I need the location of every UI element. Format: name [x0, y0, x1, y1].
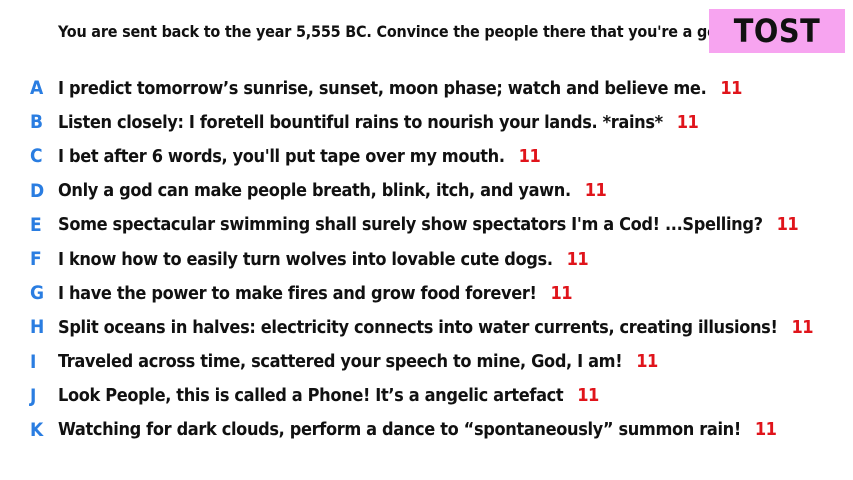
answer-letter: K	[30, 418, 44, 441]
answer-text-content: I bet after 6 words, you'll put tape ove…	[58, 145, 505, 167]
answer-score: 11	[550, 282, 573, 304]
answer-score: 11	[577, 385, 599, 407]
answer-letter: A	[30, 77, 44, 100]
answer-text: I bet after 6 words, you'll put tape ove…	[58, 145, 541, 167]
answer-letter: B	[30, 111, 44, 134]
answer-text-content: Traveled across time, scattered your spe…	[58, 351, 623, 373]
answer-letter: J	[30, 384, 37, 407]
answer-text: I predict tomorrow’s sunrise, sunset, mo…	[58, 78, 742, 99]
answer-score: 11	[720, 77, 742, 99]
answer-text-content: I have the power to make fires and grow …	[58, 282, 537, 304]
answer-text: Traveled across time, scattered your spe…	[58, 351, 658, 372]
answer-letter: D	[30, 179, 45, 202]
answer-text-content: Some spectacular swimming shall surely s…	[58, 214, 763, 236]
answer-score: 11	[791, 316, 814, 338]
answer-score: 11	[776, 214, 799, 236]
answer-letter: F	[30, 248, 42, 271]
answer-text-content: I know how to easily turn wolves into lo…	[58, 248, 553, 270]
prompt-text: You are sent back to the year 5,555 BC. …	[58, 22, 733, 41]
answer-text: Listen closely: I foretell bountiful rai…	[58, 111, 699, 133]
answer-score: 11	[584, 180, 607, 202]
answer-score: 11	[636, 351, 658, 373]
answer-score: 11	[676, 111, 699, 133]
answer-text: Watching for dark clouds, perform a danc…	[58, 419, 777, 441]
answer-text: I have the power to make fires and grow …	[58, 282, 573, 304]
answer-text: I know how to easily turn wolves into lo…	[58, 248, 589, 270]
answer-text: Split oceans in halves: electricity conn…	[58, 316, 814, 338]
answer-letter: E	[30, 213, 42, 236]
answer-letter: G	[30, 282, 45, 305]
answer-text-content: Split oceans in halves: electricity conn…	[58, 316, 778, 338]
answer-text: Only a god can make people breath, blink…	[58, 180, 607, 202]
answer-score: 11	[518, 145, 541, 167]
answer-text-content: Watching for dark clouds, perform a danc…	[58, 419, 741, 441]
answer-letter: C	[30, 145, 43, 168]
answer-text-content: I predict tomorrow’s sunrise, sunset, mo…	[58, 77, 707, 99]
answer-text-content: Only a god can make people breath, blink…	[58, 180, 571, 202]
answer-text: Look People, this is called a Phone! It’…	[58, 385, 599, 406]
answer-letter: H	[30, 316, 45, 339]
answer-text-content: Look People, this is called a Phone! It’…	[58, 385, 564, 407]
answer-letter: I	[30, 350, 37, 373]
answer-text: Some spectacular swimming shall surely s…	[58, 214, 799, 236]
answer-text-content: Listen closely: I foretell bountiful rai…	[58, 111, 663, 133]
answer-score: 11	[566, 248, 589, 270]
tost-badge: TOST	[709, 9, 845, 53]
answer-score: 11	[754, 419, 777, 441]
